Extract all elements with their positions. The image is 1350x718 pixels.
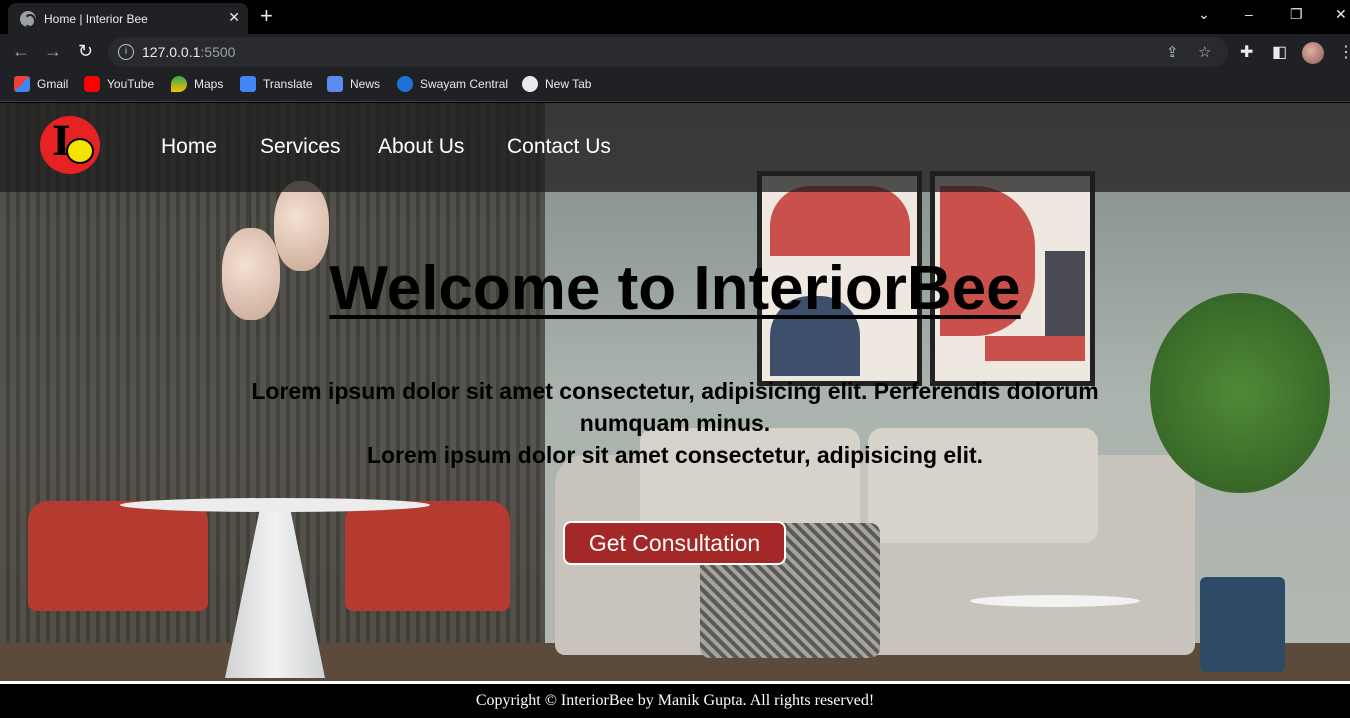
news-icon [327, 76, 343, 92]
bookmark-news[interactable]: News [327, 76, 380, 92]
bookmark-label: Swayam Central [420, 77, 509, 91]
nav-home[interactable]: Home [161, 135, 217, 159]
site-footer: Copyright © InteriorBee by Manik Gupta. … [0, 681, 1350, 718]
new-tab-icon[interactable]: + [260, 4, 273, 28]
hero-title: Welcome to InteriorBee [329, 254, 1021, 323]
bookmark-swayam[interactable]: Swayam Central [397, 76, 508, 92]
hero-section: I Home Services About Us Contact Us Welc… [0, 103, 1350, 681]
youtube-icon [84, 76, 100, 92]
hero-description: Lorem ipsum dolor sit amet consectetur, … [225, 375, 1125, 471]
browser-toolbar: ← → ↻ i 127.0.0.1:5500 ⇪ ☆ ✚ ◧ ⋮ [0, 34, 1350, 70]
side-panel-icon[interactable]: ◧ [1272, 42, 1287, 62]
share-icon[interactable]: ⇪ [1166, 43, 1179, 61]
bookmark-gmail[interactable]: Gmail [14, 76, 68, 92]
browser-tab-bar: Home | Interior Bee ✕ + ⌄ – ❐ ✕ [0, 0, 1350, 34]
translate-icon [240, 76, 256, 92]
nav-about-us[interactable]: About Us [378, 135, 464, 159]
tab-title: Home | Interior Bee [44, 11, 148, 26]
site-info-icon[interactable]: i [118, 44, 134, 60]
hero-line-2: Lorem ipsum dolor sit amet consectetur, … [366, 442, 984, 468]
site-logo[interactable]: I [40, 116, 100, 174]
globe-icon [20, 10, 36, 28]
address-bar[interactable]: i 127.0.0.1:5500 ⇪ ☆ [108, 37, 1228, 67]
swayam-icon [397, 76, 413, 92]
back-icon[interactable]: ← [12, 41, 30, 62]
bookmarks-bar: Gmail YouTube Maps Translate News Swayam… [0, 70, 1350, 102]
plant-pot [1200, 577, 1285, 672]
menu-icon[interactable]: ⋮ [1338, 42, 1350, 62]
close-tab-icon[interactable]: ✕ [228, 9, 240, 26]
hero-line-1: Lorem ipsum dolor sit amet consectetur, … [251, 378, 1099, 436]
bookmark-youtube[interactable]: YouTube [84, 76, 154, 92]
nav-services[interactable]: Services [260, 135, 341, 159]
reload-icon[interactable]: ↻ [78, 41, 93, 62]
dining-chair [28, 501, 208, 611]
extensions-icon[interactable]: ✚ [1240, 42, 1253, 62]
close-window-icon[interactable]: ✕ [1335, 6, 1347, 23]
bookmark-translate[interactable]: Translate [240, 76, 313, 92]
bookmark-label: Maps [194, 77, 224, 91]
bookmark-label: Translate [263, 77, 313, 91]
bookmark-label: News [350, 77, 381, 91]
get-consultation-button[interactable]: Get Consultation [563, 521, 786, 565]
nav-contact-us[interactable]: Contact Us [507, 135, 611, 159]
site-navbar: I Home Services About Us Contact Us [0, 103, 1350, 192]
restore-icon[interactable]: ❐ [1290, 6, 1303, 23]
bookmark-label: YouTube [107, 77, 155, 91]
url-text: 127.0.0.1:5500 [142, 44, 236, 60]
dining-table [120, 498, 430, 512]
dining-chair [345, 501, 510, 611]
bookmark-maps[interactable]: Maps [171, 76, 223, 92]
gmail-icon [14, 76, 30, 92]
avatar[interactable] [1302, 42, 1324, 64]
bookmark-new-tab[interactable]: New Tab [522, 76, 591, 92]
bookmark-label: New Tab [545, 77, 592, 91]
side-table [970, 595, 1140, 607]
globe-icon [522, 76, 538, 92]
browser-tab[interactable]: Home | Interior Bee ✕ [8, 3, 248, 34]
maps-icon [171, 76, 187, 92]
forward-icon[interactable]: → [44, 41, 62, 62]
tab-search-icon[interactable]: ⌄ [1198, 6, 1210, 23]
minimize-icon[interactable]: – [1245, 6, 1253, 22]
web-page: I Home Services About Us Contact Us Welc… [0, 103, 1350, 718]
bookmark-star-icon[interactable]: ☆ [1198, 43, 1211, 61]
bookmark-label: Gmail [37, 77, 69, 91]
